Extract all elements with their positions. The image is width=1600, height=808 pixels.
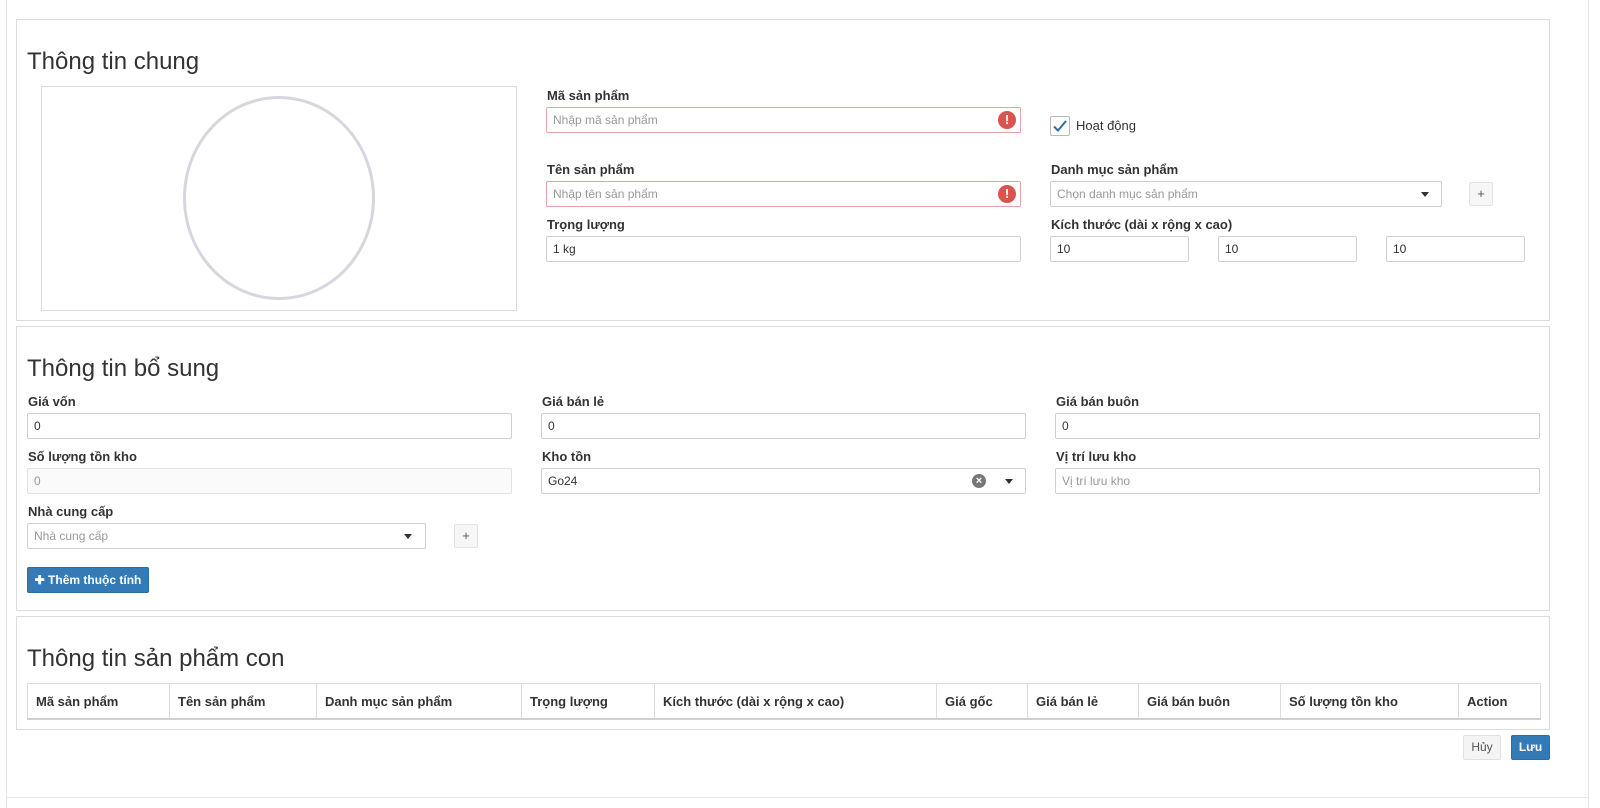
stock-qty-label: Số lượng tồn kho [28, 449, 137, 464]
product-name-label: Tên sản phẩm [547, 162, 635, 177]
category-label: Danh mục sản phẩm [1051, 162, 1179, 177]
col-header-code: Mã sản phẩm [27, 683, 170, 720]
caret-down-icon [404, 534, 412, 539]
warehouse-label: Kho tồn [542, 449, 592, 464]
wholesale-price-label: Giá bán buôn [1056, 394, 1140, 409]
category-select[interactable]: Chọn danh mục sản phẩm [1050, 181, 1442, 207]
variants-title: Thông tin sản phẩm con [27, 645, 285, 672]
warehouse-value: Go24 [548, 474, 578, 488]
supplier-label: Nhà cung cấp [28, 504, 114, 519]
add-supplier-button[interactable]: + [454, 524, 478, 548]
exclamation-circle-icon: ! [998, 111, 1016, 129]
active-label: Hoạt động [1076, 118, 1136, 133]
width-input[interactable] [1218, 236, 1357, 262]
check-icon [1053, 120, 1067, 132]
caret-down-icon [1005, 479, 1013, 484]
page-border-left [6, 0, 7, 808]
col-header-stock: Số lượng tồn kho [1280, 683, 1459, 720]
times-circle-icon[interactable]: × [972, 474, 986, 488]
height-input[interactable] [1386, 236, 1525, 262]
variants-panel: Thông tin sản phẩm con Mã sản phẩm Tên s… [16, 616, 1550, 730]
extra-info-panel: Thông tin bổ sung Giá vốn Giá bán lẻ Giá… [16, 326, 1550, 611]
save-button[interactable]: Lưu [1511, 735, 1550, 760]
product-code-input[interactable] [546, 107, 1021, 133]
page-bottom-divider [6, 797, 1588, 798]
col-header-weight: Trọng lượng [521, 683, 655, 720]
page-border-right [1588, 0, 1589, 808]
supplier-placeholder: Nhà cung cấp [34, 529, 109, 543]
storage-location-input[interactable] [1055, 468, 1540, 494]
col-header-retail-price: Giá bán lẻ [1027, 683, 1139, 720]
product-code-label: Mã sản phẩm [547, 88, 630, 103]
weight-label: Trọng lượng [547, 217, 625, 232]
add-attribute-button[interactable]: ✚ Thêm thuộc tính [27, 567, 149, 593]
category-placeholder: Chọn danh mục sản phẩm [1057, 187, 1198, 201]
stock-qty-input [27, 468, 512, 494]
supplier-select[interactable]: Nhà cung cấp [27, 523, 426, 549]
caret-down-icon [1421, 192, 1429, 197]
storage-location-label: Vị trí lưu kho [1056, 449, 1137, 464]
col-header-category: Danh mục sản phẩm [316, 683, 522, 720]
general-info-title: Thông tin chung [27, 48, 200, 75]
col-header-wholesale-price: Giá bán buôn [1138, 683, 1281, 720]
add-category-button[interactable]: + [1469, 182, 1493, 206]
dimensions-label: Kích thước (dài x rộng x cao) [1051, 217, 1233, 232]
cost-price-input[interactable] [27, 413, 512, 439]
exclamation-circle-icon: ! [998, 185, 1016, 203]
weight-input[interactable] [546, 236, 1021, 262]
col-header-base-price: Giá gốc [936, 683, 1028, 720]
product-name-input[interactable] [546, 181, 1021, 207]
product-image-upload[interactable] [41, 86, 517, 311]
variants-table: Mã sản phẩm Tên sản phẩm Danh mục sản ph… [27, 683, 1541, 720]
col-header-dimensions: Kích thước (dài x rộng x cao) [654, 683, 937, 720]
table-header-row: Mã sản phẩm Tên sản phẩm Danh mục sản ph… [27, 683, 1541, 720]
general-info-panel: Thông tin chung Mã sản phẩm ! Hoạt động … [16, 19, 1550, 321]
retail-price-label: Giá bán lẻ [542, 394, 605, 409]
col-header-action: Action [1458, 683, 1541, 720]
active-checkbox[interactable] [1050, 116, 1070, 136]
col-header-name: Tên sản phẩm [169, 683, 317, 720]
length-input[interactable] [1050, 236, 1189, 262]
image-placeholder-circle [183, 96, 375, 300]
wholesale-price-input[interactable] [1055, 413, 1540, 439]
cost-price-label: Giá vốn [28, 394, 76, 409]
extra-info-title: Thông tin bổ sung [27, 355, 220, 382]
cancel-button[interactable]: Hủy [1463, 735, 1501, 760]
warehouse-select[interactable]: Go24 × [541, 468, 1026, 494]
retail-price-input[interactable] [541, 413, 1026, 439]
